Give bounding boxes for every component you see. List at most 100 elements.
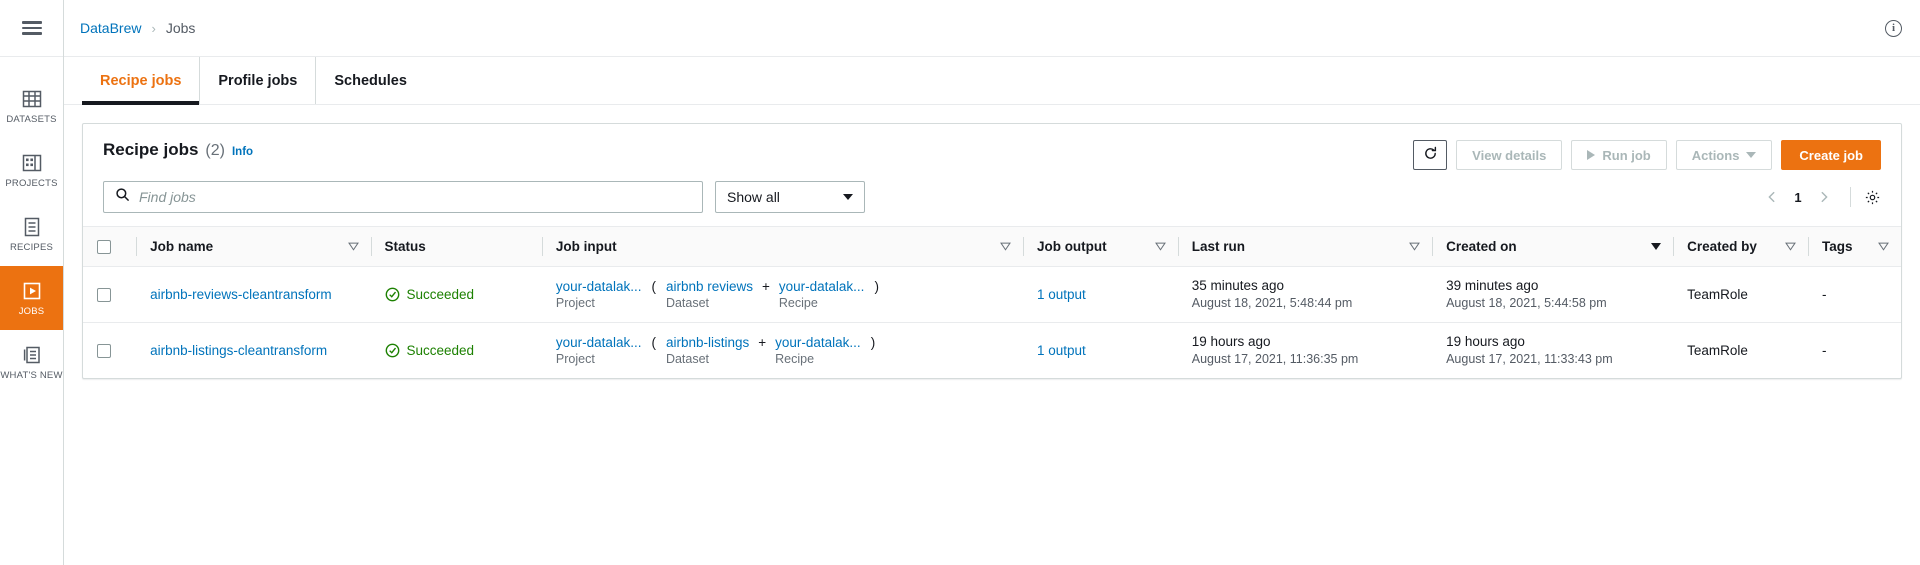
job-output-link[interactable]: 1 output [1037,287,1086,302]
tab-recipe-jobs[interactable]: Recipe jobs [82,57,201,105]
breadcrumb-link-databrew[interactable]: DataBrew [80,20,141,36]
column-header-tags[interactable]: Tags [1808,226,1901,267]
hamburger-icon[interactable] [21,21,42,35]
created-relative: 19 hours ago [1446,334,1525,350]
tab-schedules[interactable]: Schedules [316,57,425,104]
sidebar-item-whats-new[interactable]: WHAT'S NEW [0,330,63,394]
project-link[interactable]: your-datalak... [556,279,642,294]
chevron-right-icon[interactable] [1811,184,1837,210]
sidebar-item-label: WHAT'S NEW [0,369,63,381]
actions-dropdown-button[interactable]: Actions [1675,140,1773,170]
dataset-sublabel: Dataset [665,296,710,311]
sidebar-item-datasets[interactable]: DATASETS [0,74,63,138]
recipes-list-icon [21,216,43,238]
sort-icon[interactable] [1000,239,1011,254]
page-title: Recipe jobs [103,140,199,159]
dataset-link[interactable]: airbnb-listings [666,335,749,350]
status-badge: Succeeded [385,287,530,302]
row-checkbox[interactable] [97,344,111,359]
sort-icon[interactable] [1878,239,1889,254]
sidebar-item-jobs[interactable]: JOBS [0,266,63,330]
table-header: Job name Status Job input Job output Las… [83,226,1901,267]
projects-icon [21,152,43,174]
sort-icon-active[interactable] [1651,243,1662,250]
column-label: Job name [150,239,214,254]
info-link[interactable]: Info [232,146,253,158]
recipe-link[interactable]: your-datalak... [779,279,865,294]
job-name-link[interactable]: airbnb-reviews-cleantransform [150,287,332,302]
job-input-dataset: airbnb reviews Dataset [666,279,753,310]
tab-label: Schedules [334,72,407,89]
sidebar-item-label: PROJECTS [5,177,58,189]
chevron-left-icon[interactable] [1759,184,1785,210]
column-header-created-on[interactable]: Created on [1432,226,1674,267]
cell-created-by: TeamRole [1673,266,1809,324]
job-input-group: your-datalak... Project ( airbnb-listing… [556,335,1011,366]
pagination: 1 [1759,184,1881,210]
cell-job-output: 1 output [1022,266,1178,324]
sort-icon[interactable] [1409,239,1421,254]
chevron-down-icon [843,194,853,200]
rail-header [0,0,63,57]
row-select-cell [83,323,136,379]
column-header-job-name[interactable]: Job name [136,226,371,267]
column-header-job-output[interactable]: Job output [1022,226,1178,267]
column-label: Tags [1822,239,1853,254]
dataset-link[interactable]: airbnb reviews [666,279,753,294]
play-icon [1587,150,1596,160]
recipe-jobs-table: Job name Status Job input Job output Las… [83,226,1901,378]
column-header-job-input[interactable]: Job input [541,226,1023,267]
recipe-sublabel: Recipe [778,296,818,311]
sidebar-item-label: DATASETS [6,113,57,125]
column-header-created-by[interactable]: Created by [1673,226,1809,267]
select-all-checkbox[interactable] [97,240,111,255]
info-circle-icon[interactable]: i [1885,19,1902,37]
sidebar-item-projects[interactable]: PROJECTS [0,138,63,202]
column-header-last-run[interactable]: Last run [1177,226,1433,267]
top-bar: DataBrew › Jobs i [64,0,1920,57]
plus-sign: + [758,335,767,351]
status-badge: Succeeded [385,343,530,358]
sort-icon[interactable] [347,239,359,254]
status-label: Succeeded [406,287,475,303]
run-job-button[interactable]: Run job [1571,140,1667,170]
job-name-link[interactable]: airbnb-listings-cleantransform [150,343,327,358]
search-input[interactable] [139,189,691,205]
panel-title-group: Recipe jobs (2) Info [103,140,253,160]
jobs-play-icon [21,280,43,302]
filter-select[interactable]: Show all [715,181,865,213]
created-on-group: 39 minutes ago August 18, 2021, 5:44:58 … [1446,277,1661,312]
search-box[interactable] [103,181,703,213]
recipe-link[interactable]: your-datalak... [775,335,861,350]
view-details-button[interactable]: View details [1456,140,1563,170]
recipe-jobs-card: Recipe jobs (2) Info View details Run jo… [82,123,1902,380]
last-run-absolute: August 17, 2021, 11:36:35 pm [1191,352,1359,367]
job-input-dataset: airbnb-listings Dataset [666,335,749,366]
table-row[interactable]: airbnb-reviews-cleantransform Succeeded … [83,266,1901,324]
refresh-icon [1423,146,1438,164]
job-output-link[interactable]: 1 output [1037,343,1086,358]
select-all-header [83,226,137,267]
refresh-button[interactable] [1413,140,1448,170]
check-circle-icon [385,343,400,358]
column-label: Created by [1687,239,1757,254]
last-run-relative: 35 minutes ago [1191,278,1285,293]
page-number[interactable]: 1 [1789,190,1807,205]
sort-icon[interactable] [1785,239,1796,254]
gear-icon[interactable] [1864,189,1881,206]
column-label: Job output [1036,239,1107,254]
close-paren: ) [874,279,879,295]
sidebar-item-recipes[interactable]: RECIPES [0,202,63,266]
cell-last-run: 19 hours ago August 17, 2021, 11:36:35 p… [1178,323,1432,379]
table-row[interactable]: airbnb-listings-cleantransform Succeeded… [83,323,1901,379]
tab-label: Profile jobs [218,72,298,89]
last-run-absolute: August 18, 2021, 5:48:44 pm [1191,296,1353,311]
sort-icon[interactable] [1154,239,1166,254]
created-by-value: TeamRole [1687,287,1748,303]
project-link[interactable]: your-datalak... [556,335,642,350]
create-job-button[interactable]: Create job [1781,140,1881,170]
row-select-cell [83,266,137,324]
tab-profile-jobs[interactable]: Profile jobs [200,57,317,104]
row-checkbox[interactable] [97,288,111,303]
job-input-project: your-datalak... Project [556,335,642,366]
